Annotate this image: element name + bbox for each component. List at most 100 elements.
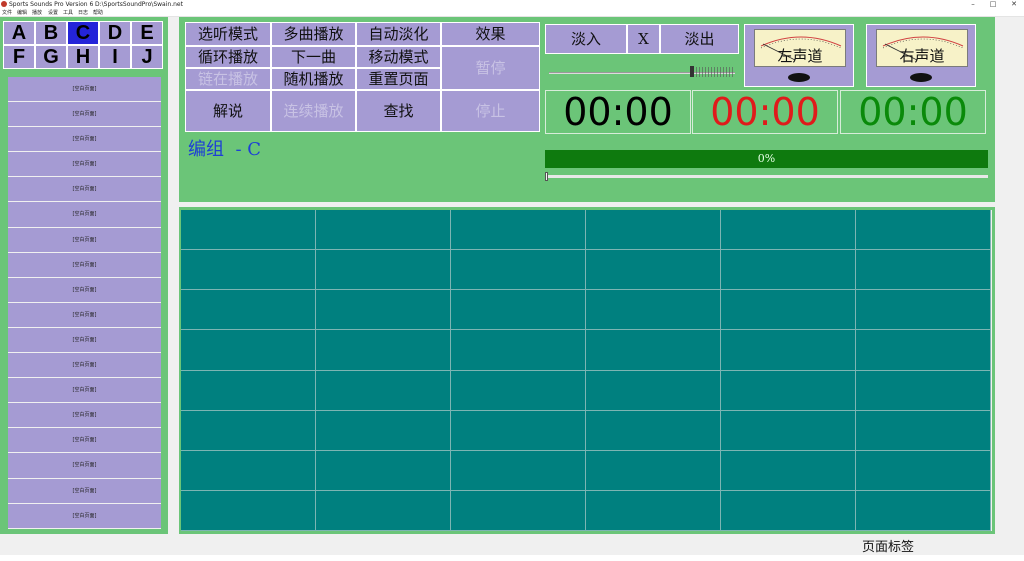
sound-cell[interactable] — [316, 290, 451, 331]
volume-slider[interactable] — [545, 57, 739, 88]
menu-log[interactable]: 日志 — [78, 9, 88, 17]
page-item-5[interactable]: [空白页面] — [8, 177, 161, 203]
sound-cell[interactable] — [586, 290, 721, 331]
sound-cell[interactable] — [316, 490, 451, 531]
sound-cell[interactable] — [316, 450, 451, 491]
position-slider-thumb[interactable] — [545, 172, 548, 181]
page-item-4[interactable]: [空白页面] — [8, 152, 161, 178]
sound-cell[interactable] — [856, 490, 991, 531]
page-item-2[interactable]: [空白页面] — [8, 102, 161, 128]
sound-cell[interactable] — [181, 290, 316, 331]
sound-cell[interactable] — [721, 490, 856, 531]
sound-cell[interactable] — [721, 210, 856, 251]
sound-cell[interactable] — [451, 330, 586, 371]
page-item-16[interactable]: [空白页面] — [8, 453, 161, 479]
group-button-g[interactable]: G — [35, 45, 67, 69]
narrate-button[interactable]: 解说 — [185, 90, 271, 132]
sound-cell[interactable] — [181, 210, 316, 251]
sound-cell[interactable] — [316, 330, 451, 371]
multi-play-button[interactable]: 多曲播放 — [271, 22, 356, 46]
menu-file[interactable]: 文件 — [2, 9, 12, 17]
page-item-14[interactable]: [空白页面] — [8, 403, 161, 429]
sound-cell[interactable] — [316, 250, 451, 291]
menu-settings[interactable]: 设置 — [48, 9, 58, 17]
sound-cell[interactable] — [181, 410, 316, 451]
sound-cell[interactable] — [586, 370, 721, 411]
fade-out-button[interactable]: 淡出 — [660, 24, 739, 54]
page-item-8[interactable]: [空白页面] — [8, 252, 161, 278]
auto-fade-button[interactable]: 自动淡化 — [356, 22, 441, 46]
fade-x-button[interactable]: X — [627, 24, 660, 54]
sound-cell[interactable] — [721, 410, 856, 451]
reset-page-button[interactable]: 重置页面 — [356, 68, 441, 90]
sound-cell[interactable] — [316, 410, 451, 451]
chain-play-button[interactable]: 链在播放 — [185, 68, 271, 90]
page-item-9[interactable]: [空白页面] — [8, 277, 161, 303]
maximize-icon[interactable]: □ — [986, 0, 1000, 9]
sound-cell[interactable] — [451, 210, 586, 251]
minimize-icon[interactable]: – — [966, 0, 980, 9]
menu-help[interactable]: 帮助 — [93, 9, 103, 17]
group-button-h[interactable]: H — [67, 45, 99, 69]
page-item-18[interactable]: [空白页面] — [8, 503, 161, 529]
position-slider[interactable] — [545, 172, 988, 181]
sound-cell[interactable] — [586, 330, 721, 371]
sound-cell[interactable] — [181, 250, 316, 291]
page-item-10[interactable]: [空白页面] — [8, 302, 161, 328]
sound-cell[interactable] — [721, 330, 856, 371]
continuous-play-button[interactable]: 连续播放 — [271, 90, 356, 132]
group-button-i[interactable]: I — [99, 45, 131, 69]
sound-cell[interactable] — [181, 330, 316, 371]
effects-button[interactable]: 效果 — [441, 22, 540, 46]
sound-cell[interactable] — [856, 330, 991, 371]
sound-cell[interactable] — [181, 370, 316, 411]
find-button[interactable]: 查找 — [356, 90, 441, 132]
menu-tools[interactable]: 工具 — [63, 9, 73, 17]
sound-cell[interactable] — [856, 450, 991, 491]
sound-cell[interactable] — [451, 410, 586, 451]
sound-cell[interactable] — [721, 450, 856, 491]
move-mode-button[interactable]: 移动模式 — [356, 46, 441, 68]
close-icon[interactable]: ✕ — [1007, 0, 1021, 9]
sound-cell[interactable] — [451, 490, 586, 531]
sound-cell[interactable] — [316, 210, 451, 251]
page-item-15[interactable]: [空白页面] — [8, 428, 161, 454]
page-item-11[interactable]: [空白页面] — [8, 327, 161, 354]
group-button-d[interactable]: D — [99, 21, 131, 45]
volume-slider-thumb[interactable] — [690, 66, 695, 77]
group-button-b[interactable]: B — [35, 21, 67, 45]
sound-cell[interactable] — [316, 370, 451, 411]
page-item-13[interactable]: [空白页面] — [8, 378, 161, 404]
group-button-a[interactable]: A — [3, 21, 35, 45]
sound-cell[interactable] — [451, 250, 586, 291]
loop-play-button[interactable]: 循环播放 — [185, 46, 271, 68]
next-track-button[interactable]: 下一曲 — [271, 46, 356, 68]
sound-cell[interactable] — [451, 290, 586, 331]
pause-button[interactable]: 暂停 — [441, 46, 540, 90]
select-mode-button[interactable]: 选听模式 — [185, 22, 271, 46]
group-button-f[interactable]: F — [3, 45, 35, 69]
page-item-1[interactable]: [空白页面] — [8, 77, 161, 103]
sound-cell[interactable] — [586, 490, 721, 531]
sound-cell[interactable] — [721, 290, 856, 331]
sound-cell[interactable] — [181, 490, 316, 531]
sound-cell[interactable] — [856, 210, 991, 251]
sound-cell[interactable] — [451, 370, 586, 411]
sound-cell[interactable] — [586, 450, 721, 491]
page-item-17[interactable]: [空白页面] — [8, 478, 161, 504]
group-button-e[interactable]: E — [131, 21, 163, 45]
sound-cell[interactable] — [856, 290, 991, 331]
fade-in-button[interactable]: 淡入 — [545, 24, 627, 54]
stop-button[interactable]: 停止 — [441, 90, 540, 132]
sound-cell[interactable] — [856, 370, 991, 411]
sound-cell[interactable] — [451, 450, 586, 491]
page-item-6[interactable]: [空白页面] — [8, 202, 161, 228]
menu-play[interactable]: 播放 — [32, 9, 42, 17]
group-button-c[interactable]: C — [67, 21, 99, 45]
sound-cell[interactable] — [856, 250, 991, 291]
sound-cell[interactable] — [721, 250, 856, 291]
random-play-button[interactable]: 随机播放 — [271, 68, 356, 90]
page-item-7[interactable]: [空白页面] — [8, 227, 161, 253]
sound-cell[interactable] — [586, 250, 721, 291]
sound-cell[interactable] — [586, 410, 721, 451]
